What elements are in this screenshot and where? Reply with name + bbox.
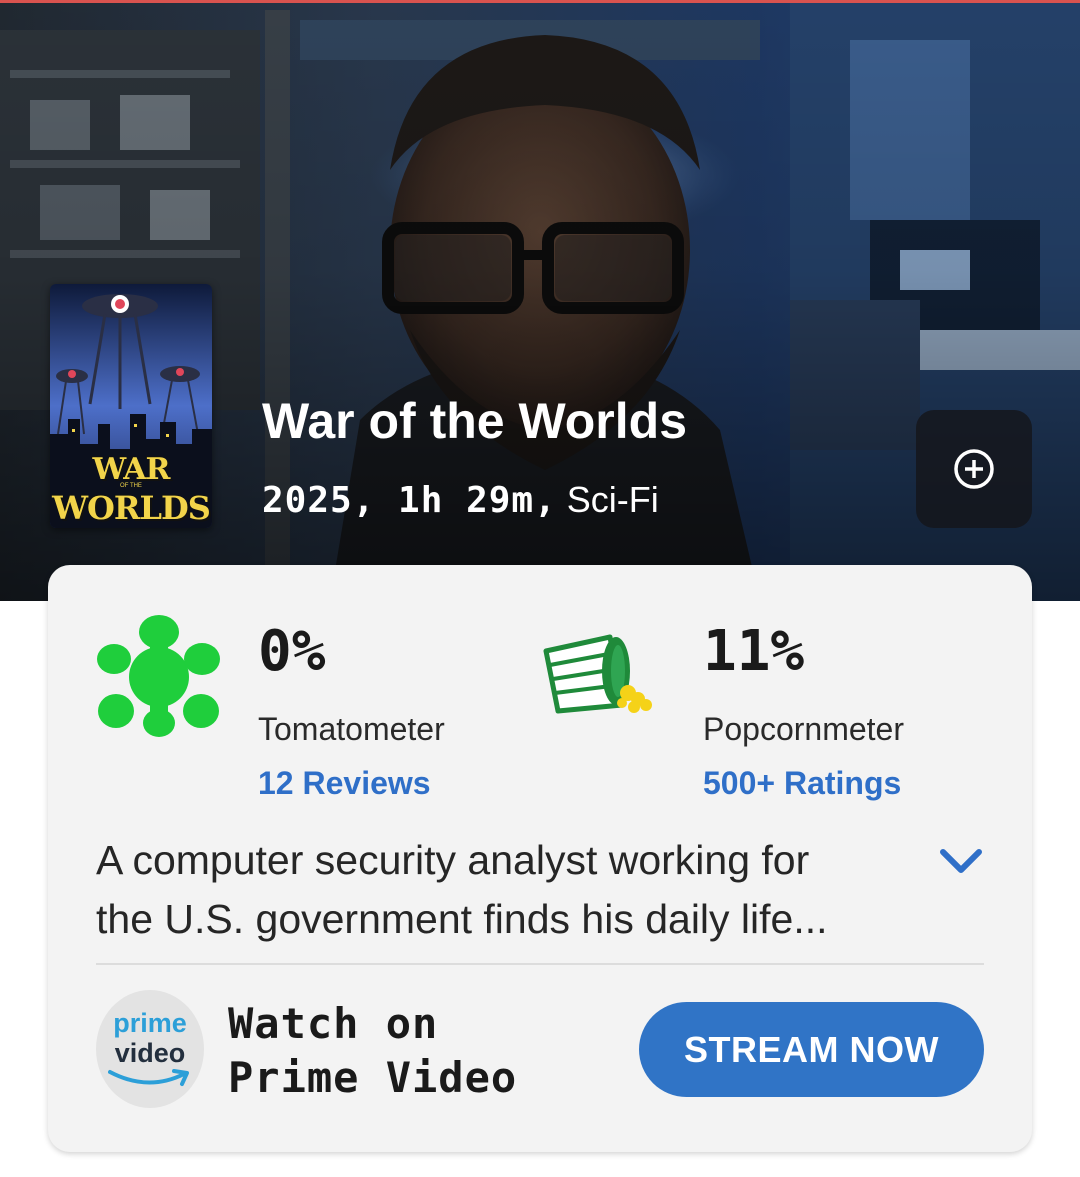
synopsis[interactable]: A computer security analyst working for … — [96, 831, 916, 949]
synopsis-line-2: the U.S. government finds his daily life… — [96, 896, 828, 942]
green-splat-icon — [97, 615, 220, 737]
plus-circle-icon — [954, 449, 994, 489]
watch-on-text: Watch on Prime Video — [228, 997, 517, 1105]
add-to-watchlist-button[interactable] — [916, 410, 1032, 528]
chevron-down-icon — [940, 849, 982, 873]
prime-logo-word-2: video — [114, 1038, 186, 1068]
section-divider — [96, 963, 984, 965]
popcornmeter-label: Popcornmeter — [703, 711, 904, 747]
prime-smile-icon — [108, 1069, 189, 1086]
prime-logo-word-1: prime — [113, 1008, 187, 1038]
hero-banner: WAR OF THE WORLDS War of the Worlds 2025… — [0, 0, 1080, 601]
movie-page: WAR OF THE WORLDS War of the Worlds 2025… — [0, 0, 1080, 1177]
top-accent-bar — [0, 0, 1080, 3]
movie-genre: Sci-Fi — [566, 479, 659, 520]
tomatometer-label: Tomatometer — [258, 711, 445, 747]
poster-title-line2: WORLDS — [52, 489, 211, 527]
watch-on-line-2: Prime Video — [228, 1053, 518, 1102]
movie-poster[interactable]: WAR OF THE WORLDS — [50, 284, 212, 528]
movie-title: War of the Worlds — [262, 393, 687, 449]
popcornmeter-ratings-link[interactable]: 500+ Ratings — [703, 764, 901, 802]
scores-card: 0% Tomatometer 12 Reviews 11% Popcornmet… — [48, 565, 1032, 1152]
popcornmeter-score: 11% — [703, 619, 805, 684]
tomatometer-reviews-link[interactable]: 12 Reviews — [258, 764, 431, 802]
tipped-popcorn-bucket-icon — [543, 634, 652, 714]
expand-synopsis-button[interactable] — [934, 841, 988, 881]
tomatometer-score: 0% — [258, 619, 326, 684]
stream-now-button[interactable]: STREAM NOW — [639, 1002, 984, 1097]
watch-on-line-1: Watch on — [228, 999, 439, 1048]
poster-title-line1: WAR — [92, 452, 171, 487]
movie-meta: 2025, 1h 29m, Sci-Fi — [262, 478, 659, 523]
movie-year-duration: 2025, 1h 29m, — [262, 480, 557, 521]
synopsis-line-1: A computer security analyst working for — [96, 837, 810, 883]
prime-video-logo: prime video — [96, 990, 204, 1108]
